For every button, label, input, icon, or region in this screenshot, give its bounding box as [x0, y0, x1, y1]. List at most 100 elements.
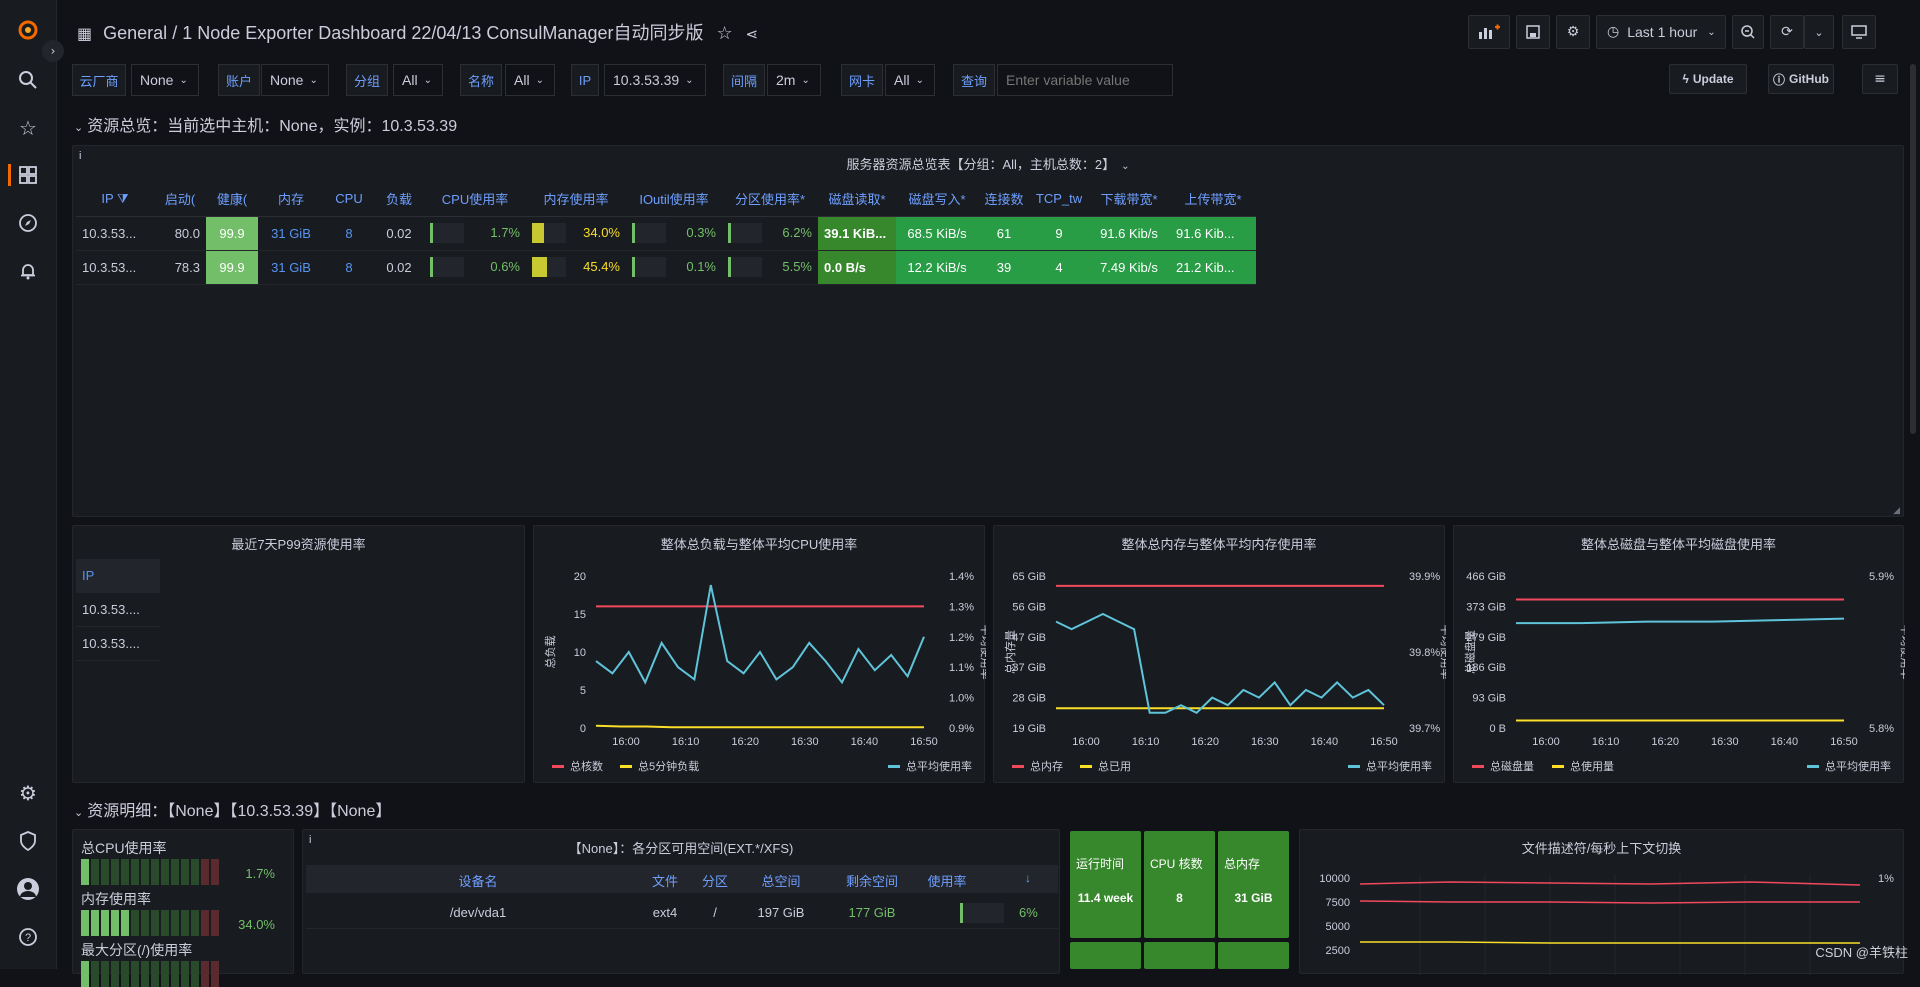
legend-item[interactable]: 总核数 [570, 759, 603, 773]
legend-item[interactable]: 总平均使用率 [906, 759, 972, 773]
col-header[interactable]: 总空间 [741, 871, 821, 890]
col-header[interactable]: 剩余空间 [837, 871, 907, 890]
legend-item[interactable]: 总磁盘量 [1490, 759, 1534, 773]
panel-title: 最近7天P99资源使用率 [231, 537, 366, 552]
query-variable-input[interactable] [997, 64, 1173, 96]
cell-down: 7.49 Kib/s [1088, 250, 1170, 285]
y-tick-label: 5000 [1326, 921, 1350, 933]
share-icon[interactable]: ⋖ [746, 25, 759, 43]
series-line-0[interactable] [1359, 881, 1861, 886]
col-header[interactable]: IP ⧩ [76, 182, 154, 217]
y2-axis-label: 平均使用率 [1439, 625, 1446, 680]
col-header[interactable]: 上传带宽* [1170, 182, 1256, 217]
memory-chart[interactable]: 19 GiB 28 GiB 37 GiB 47 GiB 56 GiB 65 GiB 39.7… [994, 526, 1446, 784]
user-avatar[interactable] [14, 875, 42, 903]
zoom-out-icon[interactable] [1732, 15, 1764, 49]
refresh-icon[interactable]: ⟳ [1770, 15, 1804, 49]
var-select-nic[interactable]: All ⌄ [885, 64, 935, 96]
page-scrollbar[interactable] [1910, 64, 1916, 434]
series-line-2[interactable] [1055, 612, 1385, 715]
update-button[interactable]: ϟ Update [1669, 64, 1747, 94]
explore-icon[interactable] [14, 209, 42, 237]
p99-header-ip[interactable]: IP [76, 559, 160, 593]
col-header[interactable]: 分区使用率* [722, 182, 818, 217]
search-icon[interactable] [14, 66, 42, 94]
col-header[interactable]: 连接数 [978, 182, 1030, 217]
fd-context-switch-chart[interactable]: 10000 7500 5000 2500 1% [1300, 830, 1905, 975]
gauge-segment [211, 961, 219, 987]
col-header[interactable]: 下载带宽* [1088, 182, 1170, 217]
refresh-interval-chevron-icon[interactable]: ⌄ [1804, 15, 1834, 49]
sort-desc-icon[interactable]: ↓ [1025, 871, 1031, 885]
resize-handle-icon[interactable]: ◢ [1893, 505, 1900, 516]
legend-item[interactable]: 总已用 [1098, 759, 1131, 773]
col-header[interactable]: 启动( [154, 182, 206, 217]
gauge-segment [181, 859, 189, 885]
col-header[interactable]: 负载 [374, 182, 424, 217]
dashboards-icon[interactable] [14, 161, 42, 189]
settings-gear-icon[interactable]: ⚙ [14, 779, 42, 807]
row-detail-title[interactable]: ⌄ 资源明细：【None】【10.3.53.39】【None】 [74, 797, 391, 821]
col-header[interactable]: 使用率 [907, 871, 987, 890]
legend-item[interactable]: 总平均使用率 [1366, 759, 1432, 773]
shield-icon[interactable] [14, 827, 42, 855]
col-header[interactable]: 内存使用率 [526, 182, 626, 217]
col-header[interactable]: 文件 [640, 871, 690, 890]
col-header[interactable]: TCP_tw [1030, 182, 1088, 217]
breadcrumb-root[interactable]: General [103, 23, 167, 43]
col-header[interactable]: CPU [324, 182, 374, 217]
series-line-1[interactable] [1359, 900, 1860, 904]
help-icon[interactable]: ? [14, 923, 42, 951]
var-select-name[interactable]: All ⌄ [505, 64, 555, 96]
var-select-cloud[interactable]: None ⌄ [131, 64, 199, 96]
series-line-2[interactable] [1516, 617, 1845, 625]
stat-tile[interactable] [1070, 942, 1141, 969]
stat-tile[interactable]: CPU 核数 8 [1144, 831, 1215, 938]
gauge-segment [91, 859, 99, 885]
col-header[interactable]: 设备名 [388, 871, 568, 890]
star-icon[interactable]: ☆ [717, 23, 733, 44]
row-overview-title[interactable]: ⌄ 资源总览：当前选中主机：None，实例：10.3.53.39 [74, 112, 457, 136]
legend-item[interactable]: 总5分钟负载 [638, 759, 699, 773]
dashboard-settings-icon[interactable]: ⚙ [1556, 15, 1590, 49]
load-cpu-chart[interactable]: 0 5 10 15 20 0.9% 1.0% 1.1% 1.2% 1.3% 1.4% 16:00 16:… [534, 526, 986, 784]
var-select-ip[interactable]: 10.3.53.39 ⌄ [604, 64, 706, 96]
stat-tile[interactable] [1144, 942, 1215, 969]
starred-icon[interactable]: ☆ [14, 114, 42, 142]
var-select-group[interactable]: All ⌄ [393, 64, 443, 96]
var-select-interval[interactable]: 2m ⌄ [767, 64, 821, 96]
menu-icon[interactable]: ≡ [1862, 64, 1898, 94]
col-header[interactable]: 内存 [258, 182, 324, 217]
add-panel-icon[interactable] [1468, 15, 1510, 49]
stat-tile[interactable] [1218, 942, 1289, 969]
dashboard-title[interactable]: 1 Node Exporter Dashboard 22/04/13 Consu… [182, 23, 703, 43]
filter-icon[interactable]: ⧩ [117, 192, 129, 207]
time-picker[interactable]: ◷ Last 1 hour ⌄ [1596, 15, 1726, 49]
col-header[interactable]: 磁盘读取* [818, 182, 896, 217]
github-button[interactable]: ⓘ GitHub [1768, 64, 1834, 94]
y2-tick-label: 39.7% [1409, 723, 1440, 735]
legend-swatch [552, 765, 564, 768]
series-line-2[interactable] [595, 584, 925, 685]
var-select-account[interactable]: None ⌄ [261, 64, 329, 96]
col-header[interactable]: 健康( [206, 182, 258, 217]
tv-mode-icon[interactable] [1842, 15, 1876, 49]
stat-tile[interactable]: 总内存 31 GiB [1218, 831, 1289, 938]
y-tick-label: 28 GiB [1012, 693, 1046, 705]
col-header[interactable]: CPU使用率 [424, 182, 526, 217]
col-header[interactable]: 分区 [685, 871, 745, 890]
grafana-logo-icon[interactable] [14, 16, 42, 44]
legend-item[interactable]: 总平均使用率 [1825, 759, 1891, 773]
alerting-bell-icon[interactable] [14, 257, 42, 285]
col-header[interactable]: 磁盘写入* [896, 182, 978, 217]
stat-tile[interactable]: 运行时间 11.4 week [1070, 831, 1141, 938]
save-icon[interactable] [1516, 15, 1550, 49]
usage-value: 5.5% [782, 259, 812, 274]
col-header[interactable]: IOutil使用率 [626, 182, 722, 217]
series-line-1[interactable] [595, 724, 924, 729]
legend-item[interactable]: 总使用量 [1570, 759, 1614, 773]
info-icon: ⓘ [1772, 72, 1785, 87]
series-line-2[interactable] [1360, 941, 1860, 944]
disk-chart[interactable]: 0 B93 GiB186 GiB279 GiB373 GiB466 GiB5.8… [1454, 526, 1905, 784]
legend-item[interactable]: 总内存 [1030, 759, 1063, 773]
